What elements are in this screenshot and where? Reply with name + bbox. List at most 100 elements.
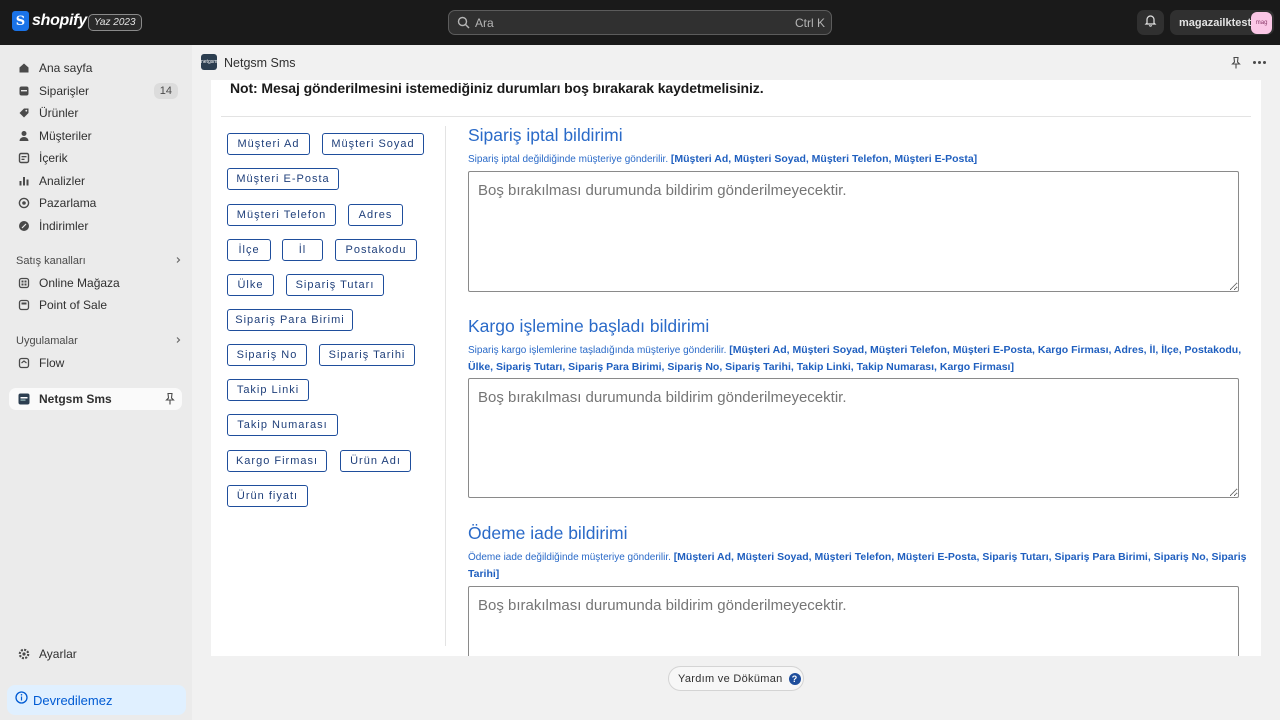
question-icon: ? [788,672,801,685]
sidebar-item-home[interactable]: Ana sayfa [9,57,182,79]
variable-tag[interactable]: Postakodu [335,239,417,261]
variable-tag[interactable]: Ülke [227,274,274,296]
sales-channels-heading[interactable]: Satış kanalları [16,255,182,267]
sidebar-item-label: İçerik [39,151,68,165]
sidebar-item-discounts[interactable]: İndirimler [9,215,182,237]
message-template-input[interactable] [468,586,1239,656]
sidebar-item-label: Netgsm Sms [39,392,112,406]
sales-channels-label: Satış kanalları [16,255,86,267]
message-template-input[interactable] [468,171,1239,292]
home-icon [18,62,30,74]
apps-label: Uygulamalar [16,335,78,347]
netgsm-app-icon: netgsm [201,54,217,70]
store-menu-button[interactable]: magazailktest mag [1170,10,1274,35]
sidebar-item-flow[interactable]: Flow [9,352,182,374]
section-desc-text: Sipariş iptal değildiğinde müşteriye gön… [468,154,669,165]
sidebar-item-marketing[interactable]: Pazarlama [9,192,182,214]
sidebar-item-label: Flow [39,356,65,370]
message-template-input[interactable] [468,378,1239,498]
variable-tag[interactable]: Müşteri Ad [227,133,310,155]
discount-icon [18,220,30,232]
variable-tag[interactable]: Sipariş No [227,344,307,366]
sidebar-item-analytics[interactable]: Analizler [9,170,182,192]
divider [221,116,1251,117]
section-desc-text: Sipariş kargo işlemlerine taşladığında m… [468,345,727,356]
chart-icon [18,175,30,187]
variable-tag[interactable]: Takip Linki [227,379,309,401]
sidebar-item-label: Müşteriler [39,129,92,143]
bell-icon [1144,14,1157,32]
section-description: Ödeme iade değildiğinde müşteriye gönder… [468,549,1248,583]
sidebar-item-label: Ana sayfa [39,61,93,75]
search-shortcut: Ctrl K [795,15,825,30]
search-icon [457,16,470,29]
variable-tag[interactable]: İlçe [227,239,271,261]
sidebar-item-label: Analizler [39,174,86,188]
search-bar[interactable]: Ara Ctrl K [448,10,832,35]
search-placeholder: Ara [475,15,494,30]
sidebar-item-label: Ayarlar [39,647,77,661]
store-name: magazailktest [1179,16,1252,29]
apps-heading[interactable]: Uygulamalar [16,335,182,347]
section-description: Sipariş kargo işlemlerine taşladığında m… [468,342,1248,376]
variable-tag[interactable]: Takip Numarası [227,414,338,436]
shopify-logo[interactable]: S shopify [12,11,87,31]
avatar: mag [1251,11,1272,34]
variable-tag[interactable]: Sipariş Para Birimi [227,309,353,331]
tag-icon [18,107,30,119]
variable-tag[interactable]: Adres [348,204,403,226]
orders-icon [18,85,30,97]
store-icon [18,277,30,289]
pin-icon[interactable] [1230,56,1242,75]
variable-tag[interactable]: Müşteri Soyad [322,133,424,155]
sidebar-item-netgsm-sms[interactable]: Netgsm Sms [9,388,182,410]
variable-tag[interactable]: Ürün fiyatı [227,485,308,507]
variable-tag[interactable]: Müşteri E-Posta [227,168,339,190]
target-icon [18,197,30,209]
sidebar-item-label: Point of Sale [39,298,108,312]
logo-text: shopify [32,12,87,29]
top-bar: S shopify Yaz 2023 Ara Ctrl K magazailkt… [0,0,1280,45]
edition-badge[interactable]: Yaz 2023 [88,14,142,31]
sidebar-item-settings[interactable]: Ayarlar [9,643,182,665]
app-content: Not: Mesaj gönderilmesini istemediğiniz … [211,80,1261,656]
help-label: Yardım ve Döküman [678,672,783,685]
sidebar-item-content[interactable]: İçerik [9,147,182,169]
non-transferable-label: Devredilemez [33,692,113,708]
vertical-divider [445,126,446,646]
app-header: netgsm Netgsm Sms [192,45,1280,80]
orders-count-badge: 14 [153,83,178,99]
variable-tag[interactable]: Sipariş Tutarı [286,274,384,296]
pin-icon[interactable] [164,392,176,411]
section-variables: [Müşteri Ad, Müşteri Soyad, Müşteri Tele… [670,153,978,165]
section-desc-text: Ödeme iade değildiğinde müşteriye gönder… [468,552,671,563]
section-description: Sipariş iptal değildiğinde müşteriye gön… [468,151,1248,168]
sidebar-item-customers[interactable]: Müşteriler [9,125,182,147]
pos-icon [18,299,30,311]
variable-tag[interactable]: Kargo Firması [227,450,327,472]
sidebar-item-label: Pazarlama [39,196,97,210]
info-icon [15,691,28,709]
sidebar-item-online-store[interactable]: Online Mağaza [9,272,182,294]
variable-tag[interactable]: Sipariş Tarihi [319,344,415,366]
more-options-icon[interactable] [1253,61,1266,64]
person-icon [18,130,30,142]
sidebar-item-orders[interactable]: Siparişler 14 [9,80,182,102]
sidebar-item-products[interactable]: Ürünler [9,102,182,124]
non-transferable-banner[interactable]: Devredilemez [7,685,186,715]
variable-tag[interactable]: İl [282,239,323,261]
sidebar-item-label: Ürünler [39,106,79,120]
app-title: Netgsm Sms [224,56,296,70]
gear-icon [18,648,30,660]
variable-tag[interactable]: Ürün Adı [340,450,411,472]
section-title: Sipariş iptal bildirimi [468,125,623,145]
sidebar-item-label: Siparişler [39,84,90,98]
section-title: Kargo işlemine başladı bildirimi [468,316,710,336]
chevron-right-icon [174,255,182,267]
variable-tag[interactable]: Müşteri Telefon [227,204,336,226]
sidebar-item-point-of-sale[interactable]: Point of Sale [9,294,182,316]
help-docs-button[interactable]: Yardım ve Döküman ? [668,666,804,691]
notifications-button[interactable] [1137,10,1164,35]
sidebar-item-label: Online Mağaza [39,276,120,290]
shopify-bag-icon: S [12,11,29,31]
